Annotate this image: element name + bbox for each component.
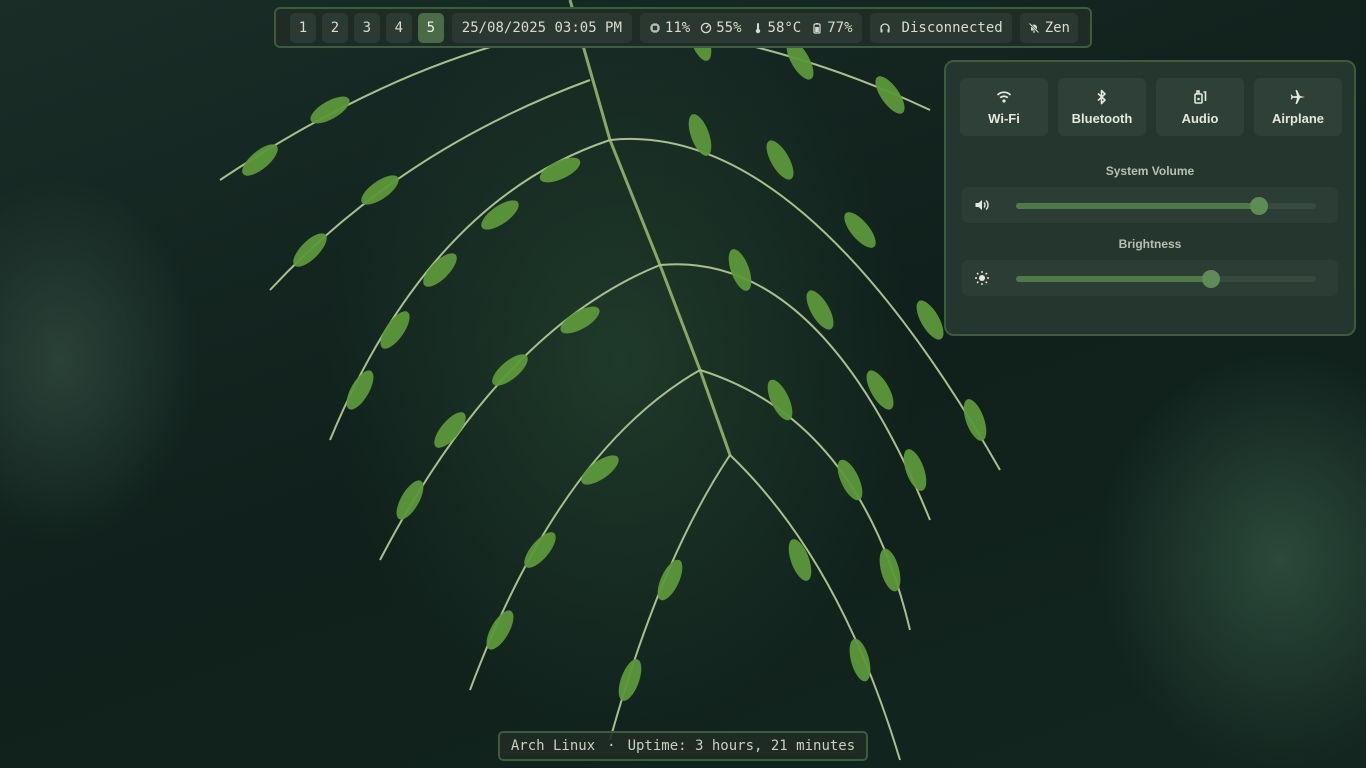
brightness-row	[962, 260, 1338, 296]
bell-off-icon	[1028, 22, 1040, 34]
memory-value: 55%	[716, 19, 742, 36]
brightness-slider[interactable]	[1016, 270, 1316, 288]
bluetooth-label: Bluetooth	[1071, 110, 1133, 126]
audio-icon	[1192, 89, 1208, 105]
bluetooth-icon	[1094, 89, 1110, 105]
wifi-toggle[interactable]: Wi-Fi	[960, 78, 1048, 136]
workspace-2-button[interactable]: 2	[321, 12, 348, 43]
battery-value: 77%	[827, 19, 853, 36]
thermometer-icon	[752, 22, 764, 34]
brightness-fill	[1016, 276, 1211, 282]
cpu-stat: 11%	[649, 20, 690, 36]
workspace-3-button[interactable]: 3	[353, 12, 380, 43]
wifi-icon	[996, 89, 1012, 105]
volume-slider[interactable]	[1016, 197, 1316, 215]
cpu-value: 11%	[664, 19, 691, 36]
speaker-icon[interactable]	[974, 197, 990, 213]
uptime: Uptime: 3 hours, 21 minutes	[627, 738, 856, 754]
memory-stat: 55%	[700, 19, 742, 36]
cpu-icon	[649, 22, 661, 34]
airplane-label: Airplane	[1271, 110, 1324, 126]
battery-stat: 77%	[811, 19, 853, 36]
temperature-value: 58°C	[767, 19, 802, 36]
quick-toggles: Wi-Fi Bluetooth Audio Airplane	[960, 78, 1342, 136]
os-name: Arch Linux	[510, 738, 596, 754]
temperature-stat: 58°C	[752, 19, 802, 36]
workspace-1-button[interactable]: 1	[290, 12, 316, 43]
audio-label: Audio	[1181, 110, 1219, 126]
workspace-4-button[interactable]: 4	[385, 12, 412, 43]
headset-label: Disconnected	[901, 19, 1003, 36]
volume-knob[interactable]	[1250, 197, 1268, 215]
volume-title: System Volume	[1105, 164, 1195, 178]
wifi-label: Wi-Fi	[988, 110, 1020, 126]
headset-status[interactable]: Disconnected	[869, 12, 1012, 43]
brightness-knob[interactable]	[1202, 270, 1220, 288]
volume-row	[962, 187, 1338, 223]
bottom-status-bar: Arch Linux · Uptime: 3 hours, 21 minutes	[498, 731, 868, 761]
system-stats[interactable]: 11% 55% 58°C 77%	[639, 12, 862, 43]
airplane-icon	[1290, 89, 1306, 105]
volume-fill	[1016, 203, 1259, 209]
audio-toggle[interactable]: Audio	[1156, 78, 1244, 136]
bluetooth-toggle[interactable]: Bluetooth	[1058, 78, 1146, 136]
clock[interactable]: 25/08/2025 03:05 PM	[451, 12, 632, 43]
workspace-5-button[interactable]: 5	[417, 12, 444, 43]
notifications-toggle[interactable]: Zen	[1019, 12, 1078, 43]
notifications-label: Zen	[1044, 19, 1070, 36]
gauge-icon	[700, 22, 712, 34]
brightness-title: Brightness	[1118, 237, 1182, 251]
separator: ·	[607, 738, 616, 754]
quick-settings-panel: Wi-Fi Bluetooth Audio Airplane System Vo…	[944, 60, 1356, 336]
headphones-icon	[878, 22, 892, 34]
battery-icon	[811, 22, 823, 34]
sun-icon	[974, 270, 990, 286]
airplane-toggle[interactable]: Airplane	[1254, 78, 1342, 136]
top-bar: 1 2 3 4 5 25/08/2025 03:05 PM 11% 55% 58…	[274, 7, 1092, 48]
